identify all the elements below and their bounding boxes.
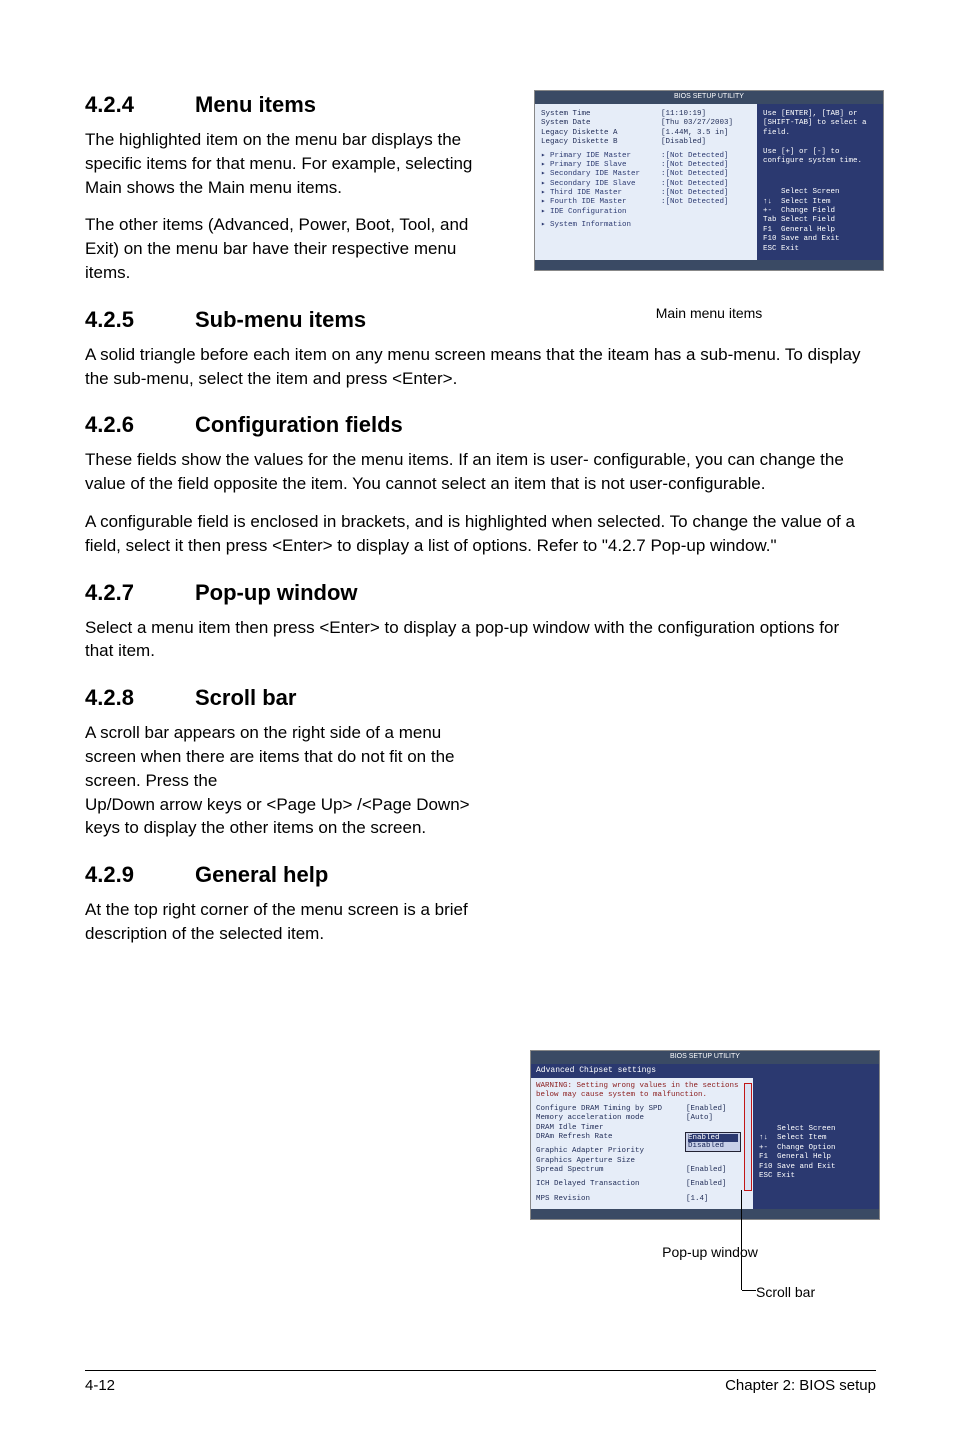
bios-help-pane: Select Screen ↑↓ Select Item +- Change O… xyxy=(753,1064,879,1209)
bios-main-screen: BIOS SETUP UTILITY System Time[11:10:19]… xyxy=(534,90,884,271)
figure-popup: BIOS SETUP UTILITY Advanced Chipset sett… xyxy=(530,1050,890,1260)
para: Select a menu item then press <Enter> to… xyxy=(85,616,869,664)
caption-popup: Pop-up window xyxy=(530,1244,890,1260)
heading-4-2-7: 4.2.7Pop-up window xyxy=(85,580,869,606)
caption-scroll: Scroll bar xyxy=(756,1284,815,1300)
para: The other items (Advanced, Power, Boot, … xyxy=(85,213,480,284)
bios-help-pane: Use [ENTER], [TAB] or [SHIFT-TAB] to sel… xyxy=(757,104,883,260)
popup-options: Enabled Disabled xyxy=(685,1132,741,1152)
heading-4-2-6: 4.2.6Configuration fields xyxy=(85,412,869,438)
para: A scroll bar appears on the right side o… xyxy=(85,721,480,792)
para: These fields show the values for the men… xyxy=(85,448,869,496)
para: A solid triangle before each item on any… xyxy=(85,343,869,391)
page-footer: 4-12 Chapter 2: BIOS setup xyxy=(85,1370,876,1394)
heading-4-2-9: 4.2.9General help xyxy=(85,862,869,888)
para: At the top right corner of the menu scre… xyxy=(85,898,480,946)
footer-right: Chapter 2: BIOS setup xyxy=(725,1377,876,1394)
caption-main: Main menu items xyxy=(534,305,884,321)
callout-line xyxy=(741,1190,742,1290)
bios-advanced-screen: BIOS SETUP UTILITY Advanced Chipset sett… xyxy=(530,1050,880,1220)
heading-4-2-8: 4.2.8Scroll bar xyxy=(85,685,869,711)
figure-main-menu: BIOS SETUP UTILITY System Time[11:10:19]… xyxy=(534,90,884,321)
scrollbar-highlight xyxy=(744,1083,752,1191)
footer-left: 4-12 xyxy=(85,1377,115,1394)
para: The highlighted item on the menu bar dis… xyxy=(85,128,480,199)
para: A configurable field is enclosed in brac… xyxy=(85,510,869,558)
bios-left-pane: System Time[11:10:19] System Date[Thu 03… xyxy=(535,104,757,260)
para: Up/Down arrow keys or <Page Up> /<Page D… xyxy=(85,793,480,841)
bios-titlebar: BIOS SETUP UTILITY xyxy=(531,1051,879,1064)
bios-titlebar: BIOS SETUP UTILITY xyxy=(535,91,883,104)
